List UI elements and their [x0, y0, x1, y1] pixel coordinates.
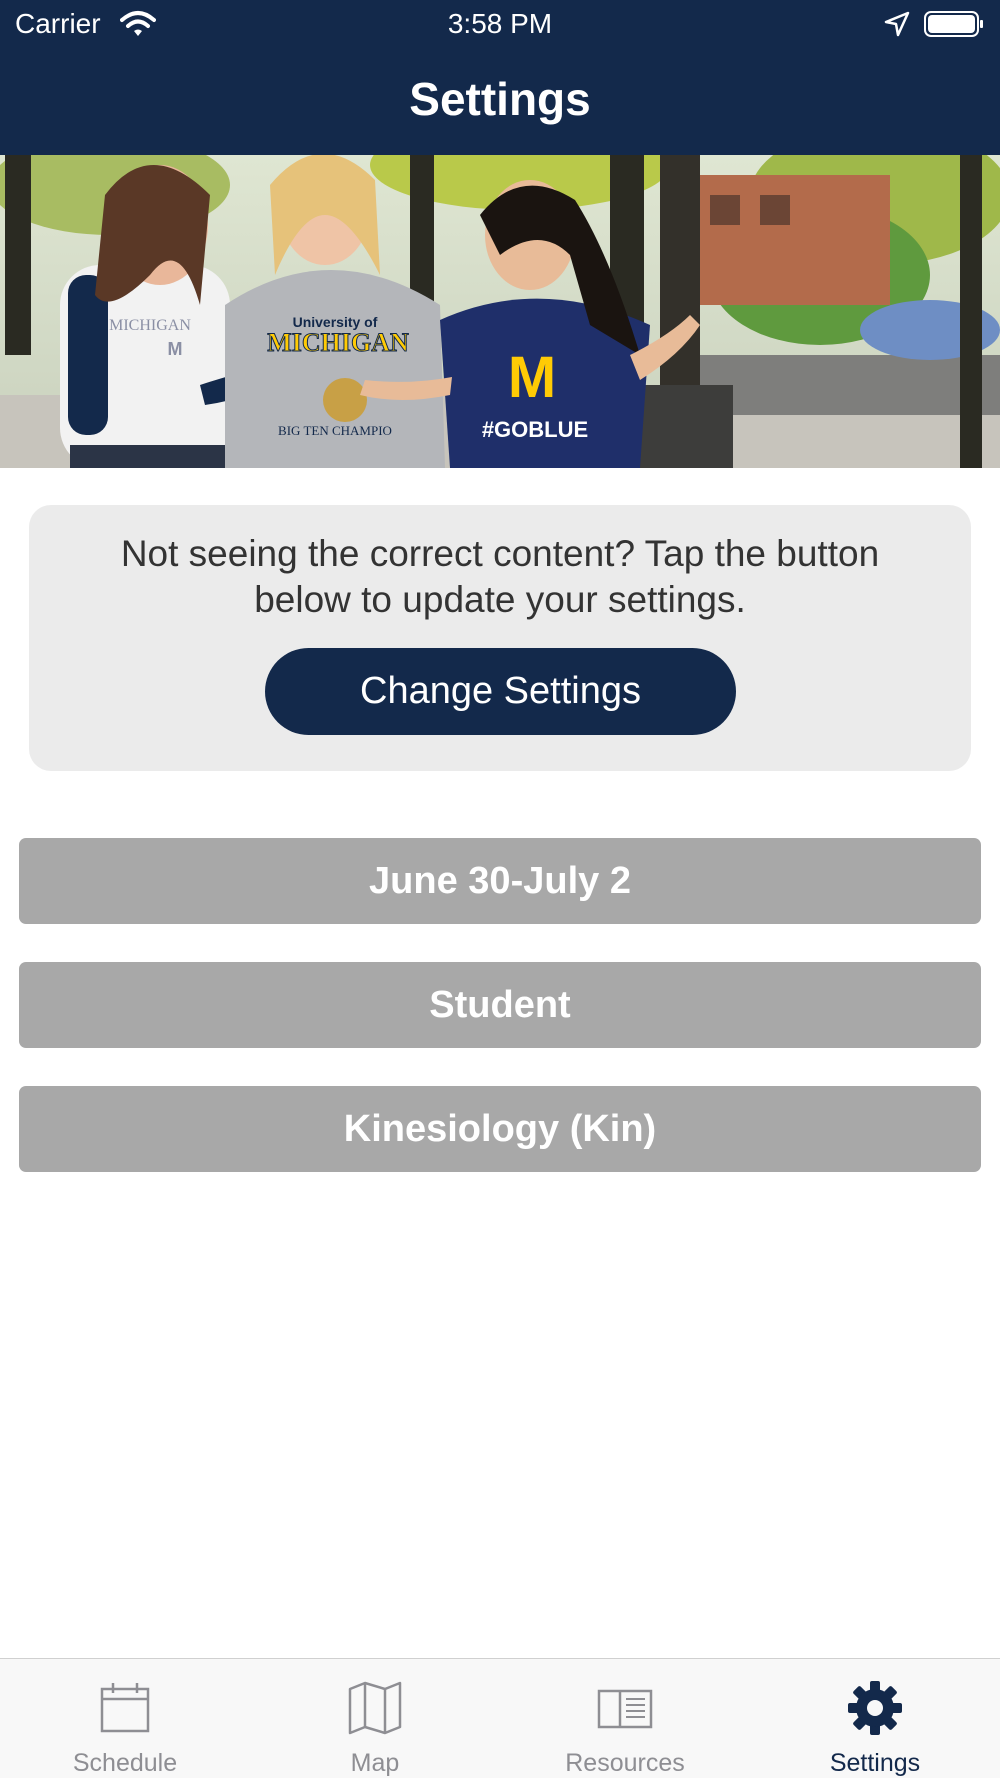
top-bar: Carrier 3:58 PM Settings	[0, 0, 1000, 155]
tab-map-label: Map	[350, 1749, 400, 1777]
hero-shirt-text-2: MICHIGAN	[267, 328, 409, 357]
calendar-icon	[100, 1683, 150, 1733]
tab-resources-label: Resources	[565, 1749, 685, 1777]
tab-schedule-label: Schedule	[72, 1749, 178, 1777]
hero-image: MICHIGAN M University of MICHIGAN BIG TE…	[0, 155, 1000, 468]
tab-schedule[interactable]: Schedule	[0, 1659, 250, 1778]
status-time: 3:58 PM	[447, 8, 553, 39]
setting-role[interactable]: Student	[19, 962, 981, 1048]
battery-icon	[924, 11, 983, 37]
settings-info-message: Not seeing the correct content? Tap the …	[120, 533, 880, 620]
setting-session-date[interactable]: June 30-July 2	[19, 838, 981, 924]
change-settings-button[interactable]: Change Settings	[265, 648, 736, 735]
svg-text:M: M	[168, 339, 183, 359]
location-arrow-icon	[884, 11, 910, 37]
svg-text:MICHIGAN: MICHIGAN	[109, 317, 191, 334]
tab-settings[interactable]: Settings	[750, 1659, 1000, 1778]
settings-info-card: Not seeing the correct content? Tap the …	[29, 505, 971, 771]
book-icon	[597, 1689, 653, 1729]
tab-bar: Schedule Map Resources Settings	[0, 1658, 1000, 1778]
map-icon	[348, 1681, 402, 1735]
status-bar: Carrier 3:58 PM	[0, 0, 1000, 50]
page-title: Settings	[409, 73, 591, 125]
gear-icon	[848, 1681, 902, 1735]
hero-shirt-text-3: BIG TEN CHAMPIO	[278, 423, 392, 438]
setting-program[interactable]: Kinesiology (Kin)	[19, 1086, 981, 1172]
hero-shirt-text-4: M	[508, 345, 556, 410]
tab-resources[interactable]: Resources	[500, 1659, 750, 1778]
tab-map[interactable]: Map	[250, 1659, 500, 1778]
tab-settings-label: Settings	[829, 1749, 921, 1777]
hero-shirt-text-5: #GOBLUE	[482, 417, 588, 442]
